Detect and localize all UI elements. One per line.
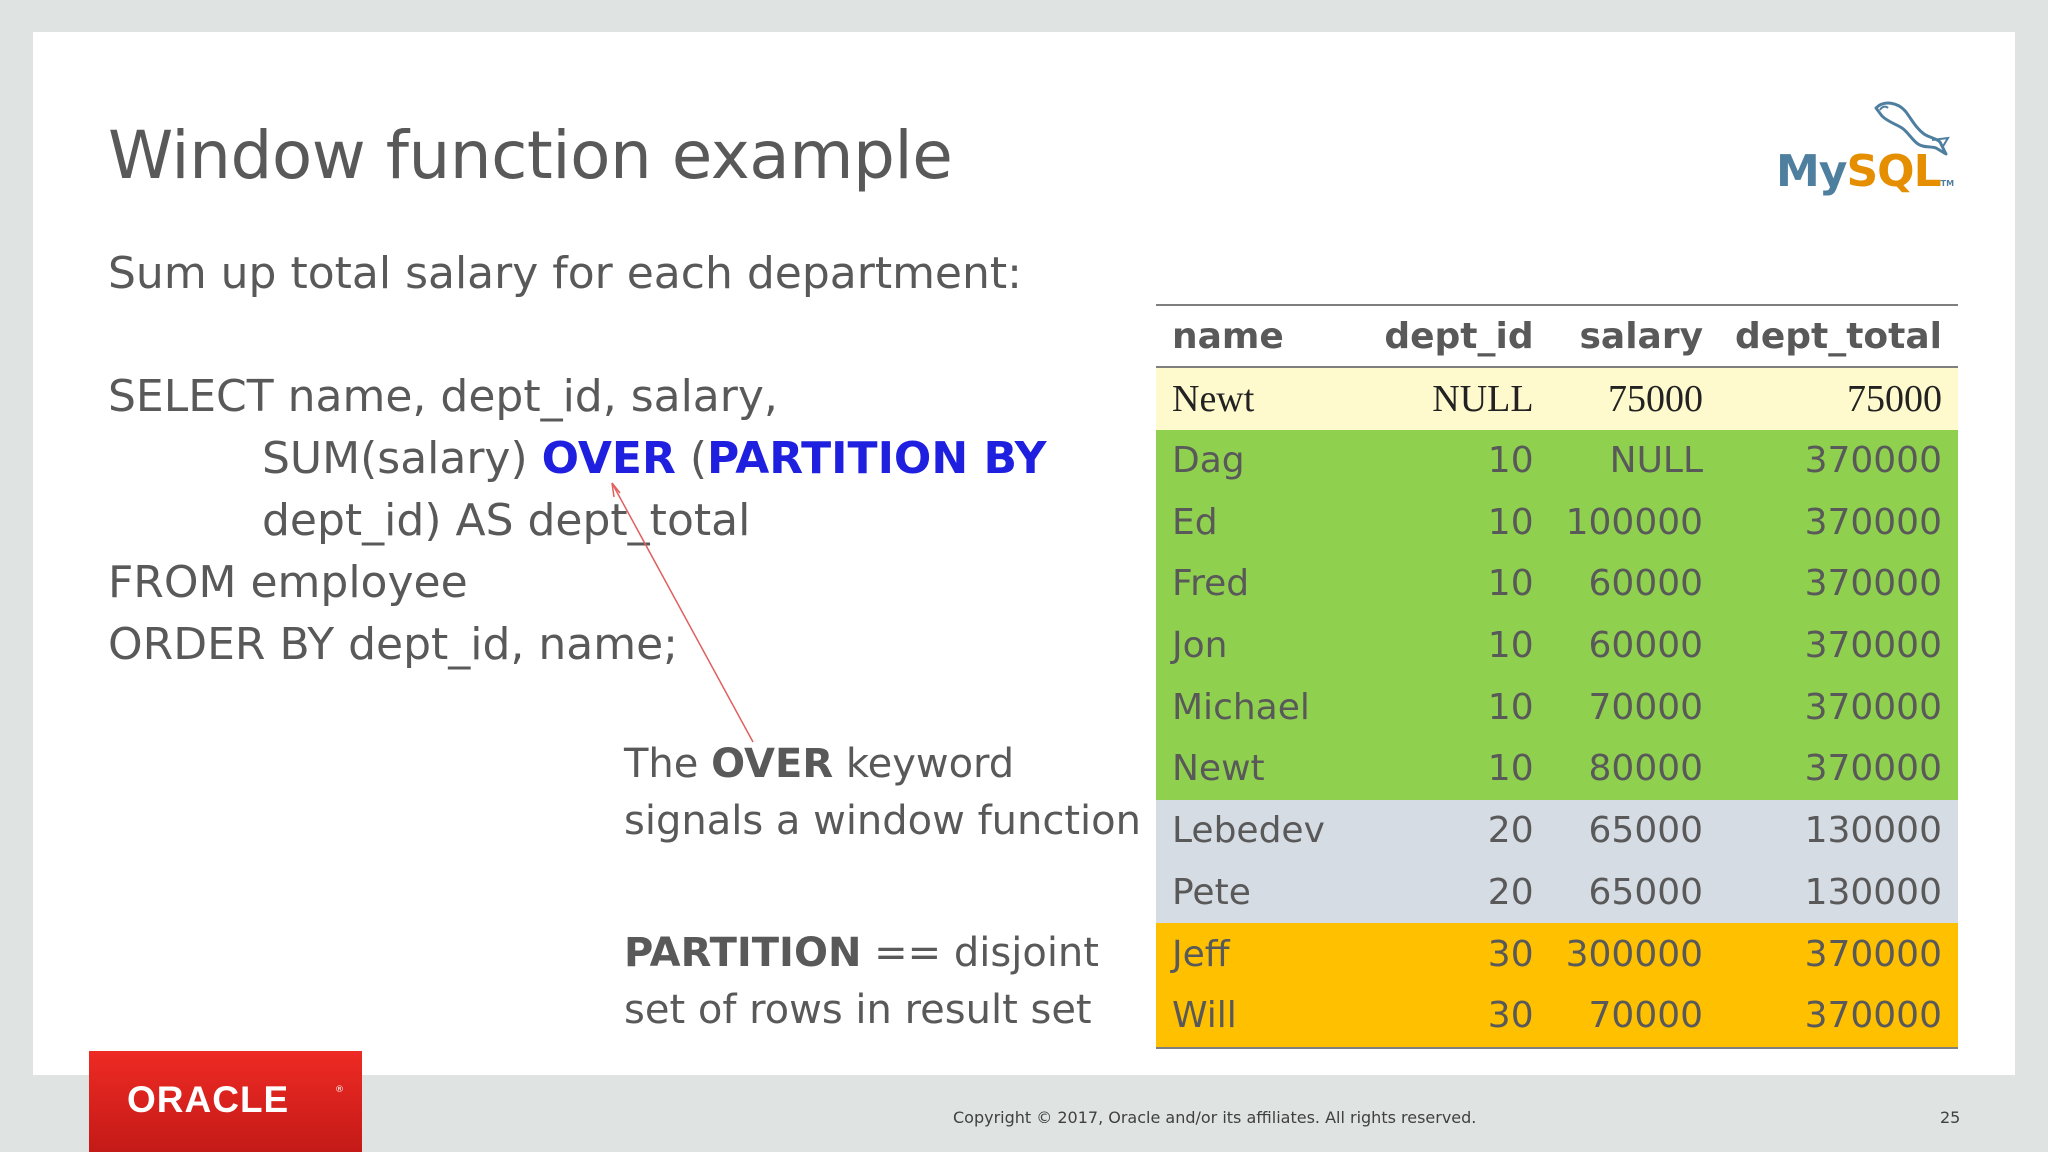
table-body: Newt NULL 75000 75000 Dag 10 NULL 370000 Ed 10 100… (1156, 367, 1958, 1049)
cell-salary: 300000 (1549, 923, 1720, 985)
page-number: 25 (1940, 1108, 1961, 1127)
cell-dept-id: 10 (1368, 553, 1550, 615)
table-row: Pete 20 65000 130000 (1156, 861, 1958, 924)
oracle-logo: ORACLE ® (89, 1051, 362, 1152)
table-row: Jeff 30 300000 370000 (1156, 923, 1958, 985)
note2-line-2: set of rows in result set (624, 987, 1092, 1033)
cell-dept-id: 30 (1368, 984, 1550, 1049)
column-header-salary: salary (1549, 304, 1720, 368)
table-row: Ed 10 100000 370000 (1156, 491, 1958, 554)
table-row: Newt NULL 75000 75000 (1156, 367, 1958, 430)
registered-mark-icon: ® (335, 1085, 344, 1095)
cell-name: Jeff (1156, 923, 1369, 985)
cell-name: Will (1156, 984, 1369, 1049)
result-table: name dept_id salary dept_total Newt NULL 7… (1156, 304, 1958, 1049)
cell-name: Pete (1156, 861, 1369, 924)
cell-salary: 65000 (1549, 799, 1720, 862)
cell-salary: 80000 (1549, 738, 1720, 800)
note-partition: PARTITION == disjoint set of rows in res… (624, 925, 1099, 1039)
code-line-2: SUM(salary) OVER (PARTITION BY (262, 433, 1046, 484)
cell-salary: 70000 (1549, 984, 1720, 1049)
mysql-logo: MySQLTM (1776, 98, 1954, 210)
note1-post: keyword (833, 741, 1015, 787)
logo-sql: SQL (1846, 146, 1941, 197)
oracle-wordmark: ORACLE (127, 1079, 290, 1120)
code-line-4: FROM employee (108, 557, 468, 608)
code-line-3: dept_id) AS dept_total (262, 495, 751, 546)
cell-name: Newt (1156, 738, 1369, 800)
cell-dept-total: 130000 (1719, 861, 1958, 924)
cell-salary: 65000 (1549, 861, 1720, 924)
keyword-over: OVER (541, 433, 676, 484)
note1-bold: OVER (711, 741, 834, 787)
table-row: Fred 10 60000 370000 (1156, 553, 1958, 615)
note-over-keyword: The OVER keyword signals a window functi… (624, 736, 1141, 850)
code-line-2-text: SUM(salary) (262, 433, 542, 484)
note2-post: == disjoint (861, 930, 1099, 976)
cell-dept-id: 20 (1368, 861, 1550, 924)
code-line-5: ORDER BY dept_id, name; (108, 619, 679, 670)
code-line-2-paren: ( (675, 433, 707, 484)
cell-dept-total: 130000 (1719, 799, 1958, 862)
table-header-row: name dept_id salary dept_total (1156, 304, 1958, 368)
logo-my: My (1776, 146, 1847, 197)
cell-salary: 100000 (1549, 491, 1720, 554)
column-header-dept-id: dept_id (1368, 304, 1550, 368)
table-row: Newt 10 80000 370000 (1156, 738, 1958, 800)
cell-dept-total: 370000 (1719, 923, 1958, 985)
cell-dept-total: 370000 (1719, 614, 1958, 677)
table-row: Dag 10 NULL 370000 (1156, 429, 1958, 492)
cell-salary: 60000 (1549, 614, 1720, 677)
code-line-1: SELECT name, dept_id, salary, (108, 371, 778, 422)
cell-dept-total: 370000 (1719, 553, 1958, 615)
cell-dept-id: 30 (1368, 923, 1550, 985)
cell-name: Ed (1156, 491, 1369, 554)
table-row: Michael 10 70000 370000 (1156, 676, 1958, 739)
cell-dept-id: 10 (1368, 491, 1550, 554)
cell-dept-id: 10 (1368, 738, 1550, 800)
note2-bold: PARTITION (624, 930, 862, 976)
cell-name: Newt (1156, 367, 1369, 430)
cell-name: Fred (1156, 553, 1369, 615)
cell-dept-id: 20 (1368, 799, 1550, 862)
cell-dept-id: NULL (1368, 367, 1550, 430)
cell-name: Dag (1156, 429, 1369, 492)
cell-dept-total: 370000 (1719, 738, 1958, 800)
table-row: Lebedev 20 65000 130000 (1156, 799, 1958, 862)
logo-tm: TM (1940, 179, 1955, 188)
cell-salary: 75000 (1549, 367, 1720, 430)
cell-dept-id: 10 (1368, 429, 1550, 492)
cell-dept-total: 75000 (1719, 367, 1958, 430)
cell-name: Michael (1156, 676, 1369, 739)
cell-dept-id: 10 (1368, 676, 1550, 739)
note1-line-2: signals a window function (624, 798, 1141, 844)
cell-salary: NULL (1549, 429, 1720, 492)
cell-dept-total: 370000 (1719, 491, 1958, 554)
cell-name: Lebedev (1156, 799, 1369, 862)
copyright-notice: Copyright © 2017, Oracle and/or its affi… (953, 1108, 1477, 1127)
cell-dept-total: 370000 (1719, 429, 1958, 492)
table-row: Jon 10 60000 370000 (1156, 614, 1958, 677)
slide-subtitle: Sum up total salary for each department: (108, 248, 1022, 299)
note1-line-1: The OVER keyword (624, 736, 1141, 793)
note1-pre: The (624, 741, 712, 787)
cell-name: Jon (1156, 614, 1369, 677)
note2-line-1: PARTITION == disjoint (624, 925, 1099, 982)
mysql-wordmark: MySQLTM (1776, 150, 1954, 194)
column-header-name: name (1156, 304, 1369, 368)
keyword-partition-by: PARTITION BY (707, 433, 1047, 484)
cell-dept-total: 370000 (1719, 676, 1958, 739)
slide-title: Window function example (108, 117, 953, 194)
cell-salary: 60000 (1549, 553, 1720, 615)
cell-dept-total: 370000 (1719, 984, 1958, 1049)
cell-salary: 70000 (1549, 676, 1720, 739)
column-header-dept-total: dept_total (1719, 304, 1958, 368)
cell-dept-id: 10 (1368, 614, 1550, 677)
table-row: Will 30 70000 370000 (1156, 984, 1958, 1049)
